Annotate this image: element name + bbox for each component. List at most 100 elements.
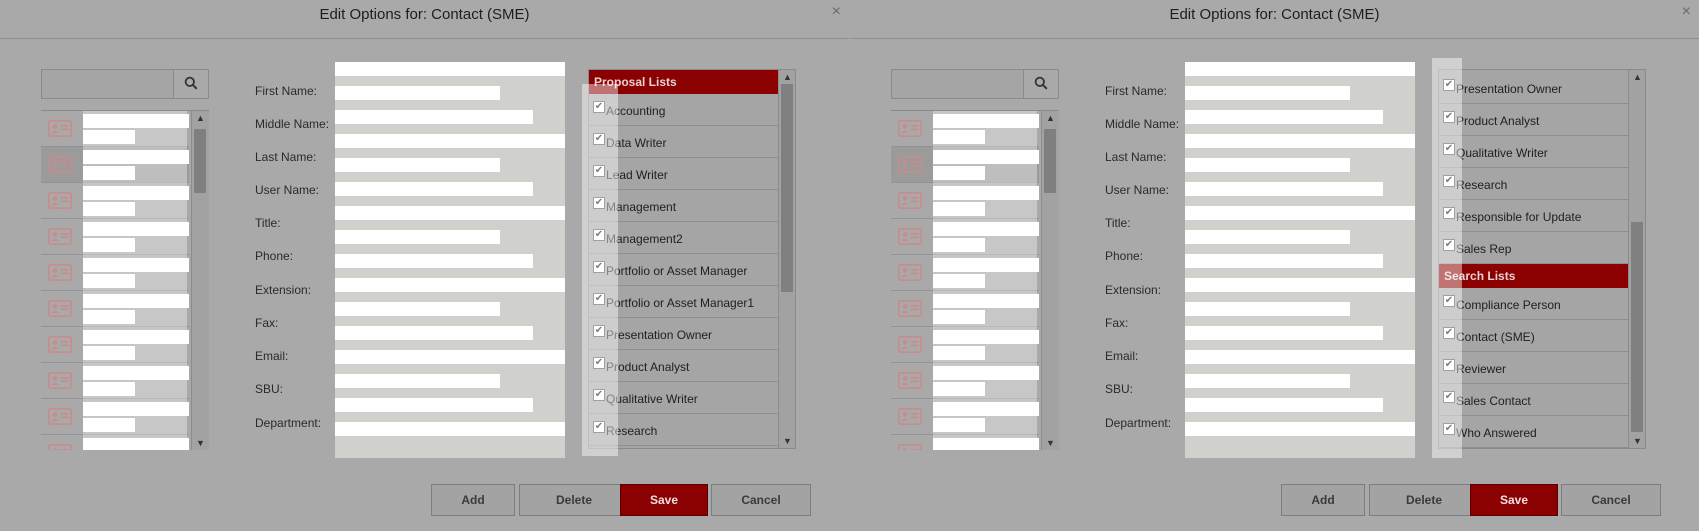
contact-list-item[interactable] bbox=[41, 147, 189, 183]
search-button[interactable] bbox=[1024, 70, 1058, 98]
cancel-button[interactable]: Cancel bbox=[1561, 484, 1661, 516]
list-checkbox-item[interactable]: ✔ Portfolio or Asset Manager1 bbox=[589, 286, 778, 318]
scroll-up-icon[interactable]: ▲ bbox=[1633, 72, 1642, 82]
checkbox[interactable]: ✔ bbox=[1443, 239, 1455, 251]
checkbox[interactable]: ✔ bbox=[1443, 175, 1455, 187]
contact-list-item[interactable] bbox=[41, 363, 189, 399]
contact-list-item[interactable] bbox=[41, 183, 189, 219]
checkbox[interactable]: ✔ bbox=[1443, 423, 1455, 435]
contact-list-item[interactable] bbox=[41, 327, 189, 363]
contact-list-item[interactable] bbox=[41, 435, 189, 450]
contact-list-item[interactable] bbox=[891, 291, 1039, 327]
checkbox[interactable]: ✔ bbox=[1443, 79, 1455, 91]
redacted-bar bbox=[933, 130, 985, 144]
list-checkbox-item[interactable]: ✔ Reviewer bbox=[1439, 352, 1628, 384]
list-checkbox-item[interactable]: ✔ Product Analyst bbox=[1439, 104, 1628, 136]
scrollbar-thumb[interactable] bbox=[194, 129, 206, 193]
close-icon[interactable]: × bbox=[1682, 3, 1691, 21]
checkbox[interactable]: ✔ bbox=[593, 421, 605, 433]
lists-scrollbar[interactable]: ▲ ▼ bbox=[778, 70, 795, 448]
checkbox[interactable]: ✔ bbox=[593, 261, 605, 273]
delete-button[interactable]: Delete bbox=[519, 484, 629, 516]
list-checkbox-item[interactable]: ✔ Lead Writer bbox=[589, 158, 778, 190]
checkbox[interactable]: ✔ bbox=[593, 165, 605, 177]
checkbox[interactable]: ✔ bbox=[593, 197, 605, 209]
scrollbar-thumb[interactable] bbox=[1631, 222, 1643, 432]
save-button[interactable]: Save bbox=[1470, 484, 1558, 516]
checkbox[interactable]: ✔ bbox=[593, 133, 605, 145]
checkbox[interactable]: ✔ bbox=[1443, 391, 1455, 403]
list-checkbox-item[interactable]: ✔ Management bbox=[589, 190, 778, 222]
contact-list-item[interactable] bbox=[41, 111, 189, 147]
delete-button[interactable]: Delete bbox=[1369, 484, 1479, 516]
scroll-down-icon[interactable]: ▼ bbox=[196, 438, 205, 448]
contact-list-item[interactable] bbox=[891, 255, 1039, 291]
list-checkbox-item[interactable]: ✔ Qualitative Writer bbox=[1439, 136, 1628, 168]
search-input[interactable] bbox=[892, 70, 1024, 98]
scroll-up-icon[interactable]: ▲ bbox=[783, 72, 792, 82]
contact-list-item[interactable] bbox=[891, 183, 1039, 219]
add-button[interactable]: Add bbox=[1281, 484, 1365, 516]
redacted-bar bbox=[83, 418, 135, 432]
search-button[interactable] bbox=[174, 70, 208, 98]
list-checkbox-item[interactable]: ✔ Qualitative Writer bbox=[589, 382, 778, 414]
list-checkbox-item[interactable]: ✔ Compliance Person bbox=[1439, 288, 1628, 320]
contact-list-item[interactable] bbox=[891, 219, 1039, 255]
checkbox[interactable]: ✔ bbox=[1443, 207, 1455, 219]
contact-list-item[interactable] bbox=[41, 219, 189, 255]
list-checkbox-item[interactable]: ✔ Contact (SME) bbox=[1439, 320, 1628, 352]
close-icon[interactable]: × bbox=[832, 3, 841, 21]
checkbox[interactable]: ✔ bbox=[593, 389, 605, 401]
list-checkbox-item[interactable]: ✔ Presentation Owner bbox=[589, 318, 778, 350]
checkbox[interactable]: ✔ bbox=[593, 357, 605, 369]
scrollbar-thumb[interactable] bbox=[781, 84, 793, 292]
checkbox[interactable]: ✔ bbox=[1443, 143, 1455, 155]
scrollbar-thumb[interactable] bbox=[1044, 129, 1056, 193]
lists-scrollbar[interactable]: ▲ ▼ bbox=[1628, 70, 1645, 448]
list-checkbox-item[interactable]: ✔ Product Analyst bbox=[589, 350, 778, 382]
list-checkbox-item[interactable]: ✔ Research bbox=[1439, 168, 1628, 200]
checkbox[interactable]: ✔ bbox=[1443, 111, 1455, 123]
list-checkbox-item[interactable]: ✔ Data Writer bbox=[589, 126, 778, 158]
list-checkbox-item[interactable]: ✔ Management2 bbox=[589, 222, 778, 254]
lists-checkbox-panel: Proposal Lists ✔ Accounting ✔ Data Writer ✔ Le… bbox=[588, 69, 796, 449]
contact-list-item[interactable] bbox=[891, 327, 1039, 363]
list-checkbox-item[interactable]: ✔ Who Answered bbox=[1439, 416, 1628, 448]
contact-list-item[interactable] bbox=[891, 363, 1039, 399]
scroll-up-icon[interactable]: ▲ bbox=[1046, 113, 1055, 123]
redacted-bar bbox=[933, 330, 1039, 344]
contact-list-scrollbar[interactable]: ▲ ▼ bbox=[191, 111, 209, 450]
cancel-button[interactable]: Cancel bbox=[711, 484, 811, 516]
scroll-down-icon[interactable]: ▼ bbox=[1633, 436, 1642, 446]
contact-list-item[interactable] bbox=[891, 399, 1039, 435]
contact-list-item[interactable] bbox=[41, 255, 189, 291]
checkbox-label: Product Analyst bbox=[1456, 114, 1540, 128]
redacted-bar bbox=[933, 310, 985, 324]
list-checkbox-item[interactable]: ✔ Portfolio or Asset Manager bbox=[589, 254, 778, 286]
search-input[interactable] bbox=[42, 70, 174, 98]
list-checkbox-item[interactable]: ✔ Research bbox=[589, 414, 778, 446]
scroll-up-icon[interactable]: ▲ bbox=[196, 113, 205, 123]
contact-list-item[interactable] bbox=[41, 291, 189, 327]
add-button[interactable]: Add bbox=[431, 484, 515, 516]
contact-list-item[interactable] bbox=[41, 399, 189, 435]
checkbox[interactable]: ✔ bbox=[1443, 327, 1455, 339]
checkbox[interactable]: ✔ bbox=[593, 325, 605, 337]
checkbox[interactable]: ✔ bbox=[593, 229, 605, 241]
checkbox[interactable]: ✔ bbox=[593, 101, 605, 113]
scroll-down-icon[interactable]: ▼ bbox=[1046, 438, 1055, 448]
save-button[interactable]: Save bbox=[620, 484, 708, 516]
contact-list-item[interactable] bbox=[891, 147, 1039, 183]
checkbox[interactable]: ✔ bbox=[1443, 295, 1455, 307]
list-checkbox-item[interactable]: ✔ Sales Contact bbox=[1439, 384, 1628, 416]
list-checkbox-item[interactable]: ✔ Sales Rep bbox=[1439, 232, 1628, 264]
contact-list-item[interactable] bbox=[891, 111, 1039, 147]
scroll-down-icon[interactable]: ▼ bbox=[783, 436, 792, 446]
list-checkbox-item[interactable]: ✔ Accounting bbox=[589, 94, 778, 126]
checkbox[interactable]: ✔ bbox=[593, 293, 605, 305]
contact-list-item[interactable] bbox=[891, 435, 1039, 450]
list-checkbox-item[interactable]: ✔ Responsible for Update bbox=[1439, 200, 1628, 232]
list-checkbox-item[interactable]: ✔ Presentation Owner bbox=[1439, 72, 1628, 104]
contact-list-scrollbar[interactable]: ▲ ▼ bbox=[1041, 111, 1059, 450]
checkbox[interactable]: ✔ bbox=[1443, 359, 1455, 371]
